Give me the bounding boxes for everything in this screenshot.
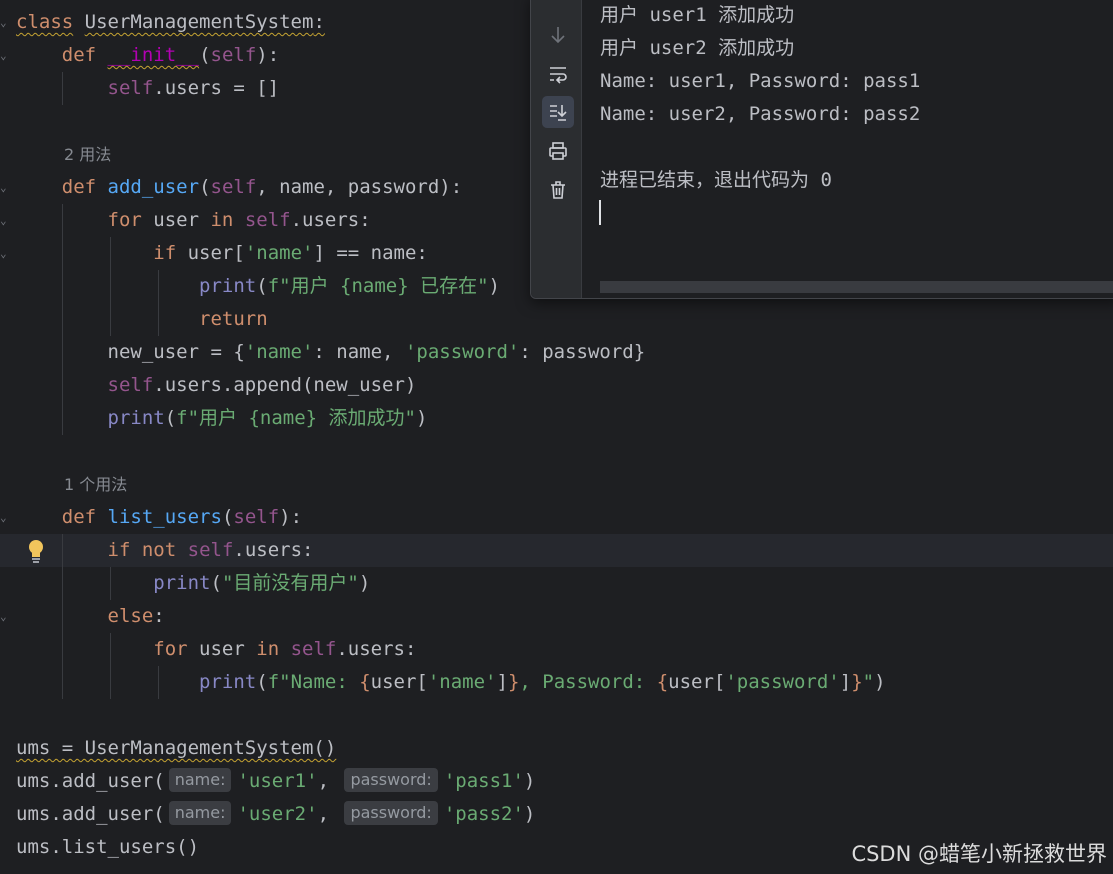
code-line[interactable]: class UserManagementSystem: [16, 6, 325, 39]
output-line: Name: user2, Password: pass2 [600, 103, 921, 125]
code-line[interactable]: return [16, 303, 268, 336]
code-line[interactable]: ums = UserManagementSystem() [16, 732, 336, 765]
code-line[interactable]: new_user = {'name': name, 'password': pa… [16, 336, 646, 369]
param-hint-name: name: [168, 801, 232, 825]
keyword-else: else [107, 605, 154, 627]
fold-marker-icon[interactable]: ⌄ [0, 609, 12, 625]
string-literal: 'pass2' [443, 803, 524, 825]
code-line[interactable]: ums.add_user(name:'user1', password:'pas… [16, 765, 535, 798]
call-add-user: ums.add_user( [16, 770, 165, 792]
keyword-def: def [61, 506, 97, 528]
print-icon[interactable] [542, 135, 574, 167]
fold-marker-icon[interactable]: ⌄ [0, 213, 12, 229]
run-toolbar [531, 0, 582, 298]
keyword-in: in [210, 209, 234, 231]
init-method-name: __init__ [107, 44, 200, 66]
keyword-def: def [61, 176, 97, 198]
string-literal: 'user2' [237, 803, 318, 825]
code-line[interactable]: def list_users(self): [16, 501, 302, 534]
code-line[interactable]: else: [16, 600, 165, 633]
fold-marker-icon[interactable]: ⌄ [0, 246, 12, 262]
keyword-class: class [16, 11, 74, 33]
code-line[interactable]: if not self.users: [16, 534, 314, 567]
horizontal-scrollbar[interactable] [600, 281, 1113, 293]
builtin-print: print [107, 407, 165, 429]
keyword-if: if [153, 242, 177, 264]
output-line: 用户 user1 添加成功 [600, 4, 795, 26]
keyword-not: not [141, 539, 177, 561]
output-line: 用户 user2 添加成功 [600, 37, 795, 59]
string-literal: , Password: [519, 671, 657, 693]
fold-marker-icon[interactable]: ⌄ [0, 15, 12, 31]
usage-hint[interactable]: 2 用法 [64, 138, 111, 171]
string-literal: 'password' [725, 671, 840, 693]
string-literal: 'user1' [237, 770, 318, 792]
string-literal: f"用户 {name} 已存在" [267, 275, 489, 297]
output-line: Name: user1, Password: pass1 [600, 70, 921, 92]
function-name-add-user: add_user [107, 176, 200, 198]
code-line[interactable]: if user['name'] == name: [16, 237, 428, 270]
code-line[interactable]: def add_user(self, name, password): [16, 171, 462, 204]
run-output-panel[interactable]: 用户 user1 添加成功 用户 user2 添加成功 Name: user1,… [530, 0, 1113, 299]
trash-icon[interactable] [542, 174, 574, 206]
code-line[interactable]: ums.list_users() [16, 831, 199, 864]
string-literal: f"用户 {name} 添加成功" [176, 407, 417, 429]
users-assign: .users = [] [153, 77, 280, 99]
self-param: self [210, 44, 257, 66]
class-name: UserManagementSystem [84, 11, 314, 33]
code-line[interactable]: print(f"用户 {name} 添加成功") [16, 402, 428, 435]
scroll-to-end-icon[interactable] [542, 96, 574, 128]
fold-marker-icon[interactable]: ⌄ [0, 48, 12, 64]
param-hint-name: name: [168, 768, 232, 792]
keyword-in: in [256, 638, 280, 660]
string-literal: f"Name: [267, 671, 360, 693]
params: , name, password): [256, 176, 463, 198]
lightbulb-icon[interactable] [27, 539, 45, 563]
editor-gutter: ⌄ ⌄ ⌄ ⌄ ⌄ ⌄ ⌄ [0, 0, 14, 874]
soft-wrap-icon[interactable] [542, 58, 574, 90]
self-ref: self [107, 77, 154, 99]
call-add-user: ums.add_user( [16, 803, 165, 825]
keyword-return: return [199, 308, 268, 330]
keyword-if: if [107, 539, 131, 561]
self-param: self [233, 506, 280, 528]
builtin-print: print [199, 275, 257, 297]
usage-hint[interactable]: 1 个用法 [64, 468, 127, 501]
fold-marker-icon[interactable]: ⌄ [0, 180, 12, 196]
param-hint-password: password: [344, 768, 438, 792]
code-line[interactable]: ums.add_user(name:'user2', password:'pas… [16, 798, 535, 831]
builtin-print: print [153, 572, 211, 594]
keyword-for: for [153, 638, 188, 660]
builtin-print: print [199, 671, 257, 693]
code-line[interactable]: for user in self.users: [16, 204, 371, 237]
code-line[interactable]: print(f"用户 {name} 已存在") [16, 270, 500, 303]
function-name-list-users: list_users [107, 506, 222, 528]
code-line[interactable]: self.users = [] [16, 72, 280, 105]
string-literal: 'name' [244, 242, 314, 264]
param-hint-password: password: [344, 801, 438, 825]
self-ref: self [244, 209, 291, 231]
output-line-exit: 进程已结束，退出代码为 0 [600, 169, 832, 191]
string-literal: 'pass1' [443, 770, 524, 792]
keyword-def: def [61, 44, 97, 66]
code-line[interactable]: def __init__(self): [16, 39, 279, 72]
string-literal: 'name' [427, 671, 497, 693]
self-ref: self [187, 539, 234, 561]
keyword-for: for [107, 209, 142, 231]
self-param: self [210, 176, 257, 198]
code-line[interactable]: print(f"Name: {user['name']}, Password: … [16, 666, 886, 699]
code-line[interactable]: for user in self.users: [16, 633, 416, 666]
down-arrow-icon[interactable] [542, 19, 574, 51]
watermark: CSDN @蜡笔小新拯救世界 [851, 842, 1107, 866]
string-literal: "目前没有用户" [221, 572, 359, 594]
string-literal: 'name' [244, 341, 314, 363]
text-cursor [599, 200, 601, 225]
fold-marker-icon[interactable]: ⌄ [0, 510, 12, 526]
self-ref: self [107, 374, 154, 396]
code-line[interactable]: self.users.append(new_user) [16, 369, 417, 402]
string-literal: 'password' [404, 341, 520, 363]
code-line[interactable]: print("目前没有用户") [16, 567, 370, 600]
self-ref: self [290, 638, 337, 660]
